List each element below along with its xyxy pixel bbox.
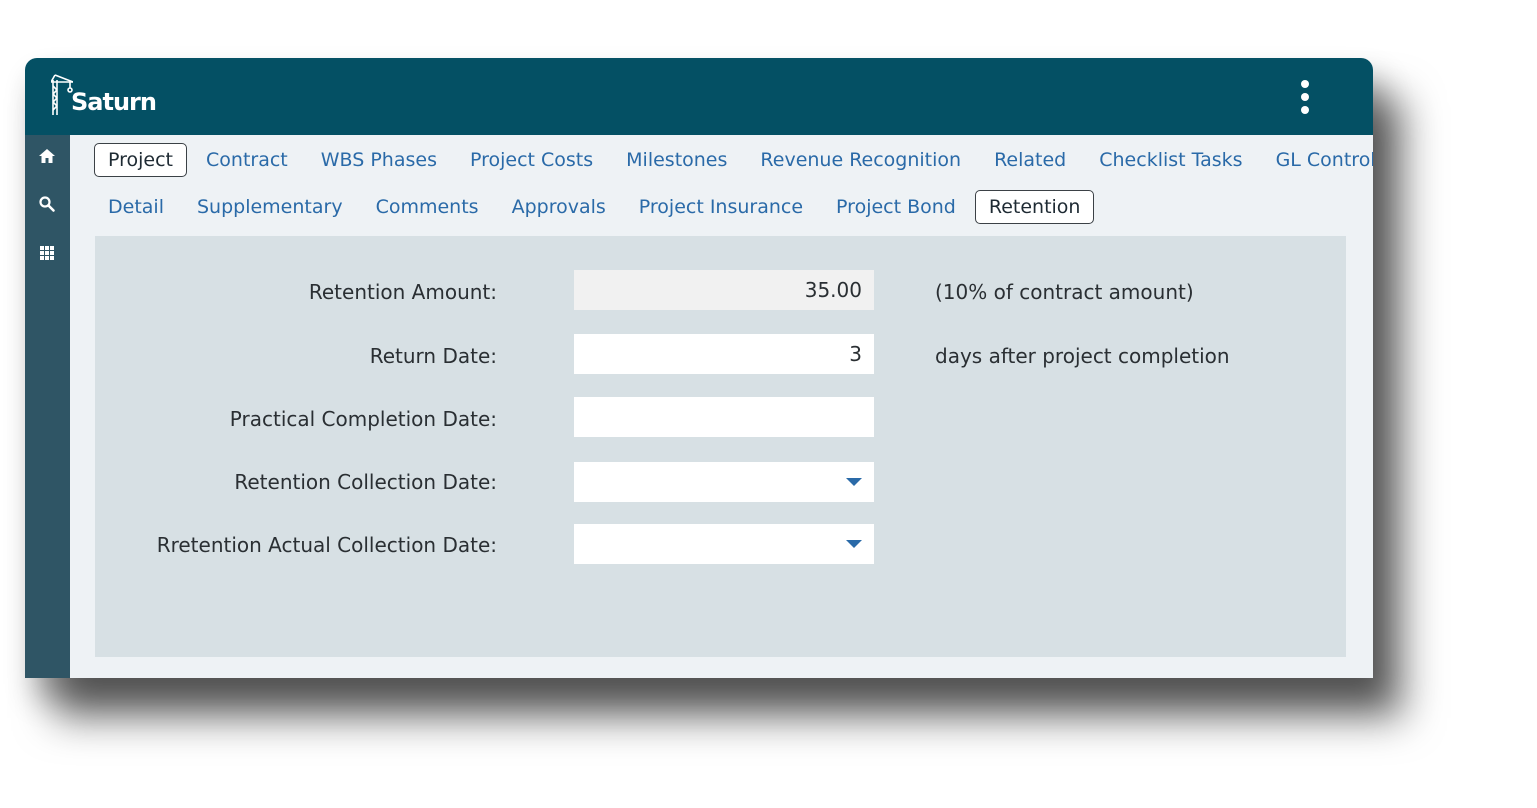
retention-actual-collection-date-label: Rretention Actual Collection Date: bbox=[156, 533, 497, 557]
search-icon[interactable] bbox=[36, 193, 58, 215]
tab-comments[interactable]: Comments bbox=[362, 190, 493, 224]
tab-revenue-recognition[interactable]: Revenue Recognition bbox=[746, 143, 975, 177]
app-header: Saturn bbox=[25, 58, 1373, 135]
home-icon[interactable] bbox=[36, 145, 58, 167]
tab-project-costs[interactable]: Project Costs bbox=[456, 143, 607, 177]
retention-amount-field: 35.00 bbox=[574, 270, 874, 310]
sidebar bbox=[25, 135, 70, 678]
kebab-menu-icon[interactable] bbox=[1293, 80, 1317, 114]
retention-collection-date-label: Retention Collection Date: bbox=[234, 470, 497, 494]
retention-form-panel: Retention Amount: 35.00 (10% of contract… bbox=[95, 236, 1346, 657]
tab-retention[interactable]: Retention bbox=[974, 190, 1095, 224]
tab-gl-control[interactable]: GL Control bbox=[1262, 143, 1373, 177]
tab-related[interactable]: Related bbox=[980, 143, 1080, 177]
brand-name: Saturn bbox=[71, 88, 157, 116]
retention-actual-collection-date-select[interactable] bbox=[574, 524, 874, 564]
retention-amount-label: Retention Amount: bbox=[308, 280, 497, 304]
tab-milestones[interactable]: Milestones bbox=[612, 143, 741, 177]
tab-project[interactable]: Project bbox=[94, 143, 188, 177]
return-date-note: days after project completion bbox=[935, 344, 1230, 368]
saturn-logo[interactable]: Saturn bbox=[51, 72, 157, 116]
app-window: Saturn Project Contract WBS Phases Proje… bbox=[25, 58, 1373, 678]
return-date-input[interactable] bbox=[574, 334, 874, 374]
chevron-down-icon bbox=[846, 540, 862, 548]
retention-collection-date-select[interactable] bbox=[574, 462, 874, 502]
tab-project-insurance[interactable]: Project Insurance bbox=[625, 190, 817, 224]
tabs-row-2: Detail Supplementary Comments Approvals … bbox=[94, 188, 1099, 226]
practical-completion-date-label: Practical Completion Date: bbox=[229, 407, 497, 431]
practical-completion-date-input[interactable] bbox=[574, 397, 874, 437]
tab-detail[interactable]: Detail bbox=[94, 190, 178, 224]
apps-grid-icon[interactable] bbox=[36, 242, 58, 264]
tab-checklist-tasks[interactable]: Checklist Tasks bbox=[1085, 143, 1256, 177]
chevron-down-icon bbox=[846, 478, 862, 486]
crane-logo-icon bbox=[51, 74, 73, 115]
tab-wbs-phases[interactable]: WBS Phases bbox=[307, 143, 451, 177]
return-date-label: Return Date: bbox=[369, 344, 497, 368]
tab-supplementary[interactable]: Supplementary bbox=[183, 190, 357, 224]
retention-amount-note: (10% of contract amount) bbox=[935, 280, 1194, 304]
tab-contract[interactable]: Contract bbox=[192, 143, 302, 177]
tab-approvals[interactable]: Approvals bbox=[498, 190, 620, 224]
tabs-row-1: Project Contract WBS Phases Project Cost… bbox=[94, 141, 1373, 179]
tab-project-bond[interactable]: Project Bond bbox=[822, 190, 970, 224]
